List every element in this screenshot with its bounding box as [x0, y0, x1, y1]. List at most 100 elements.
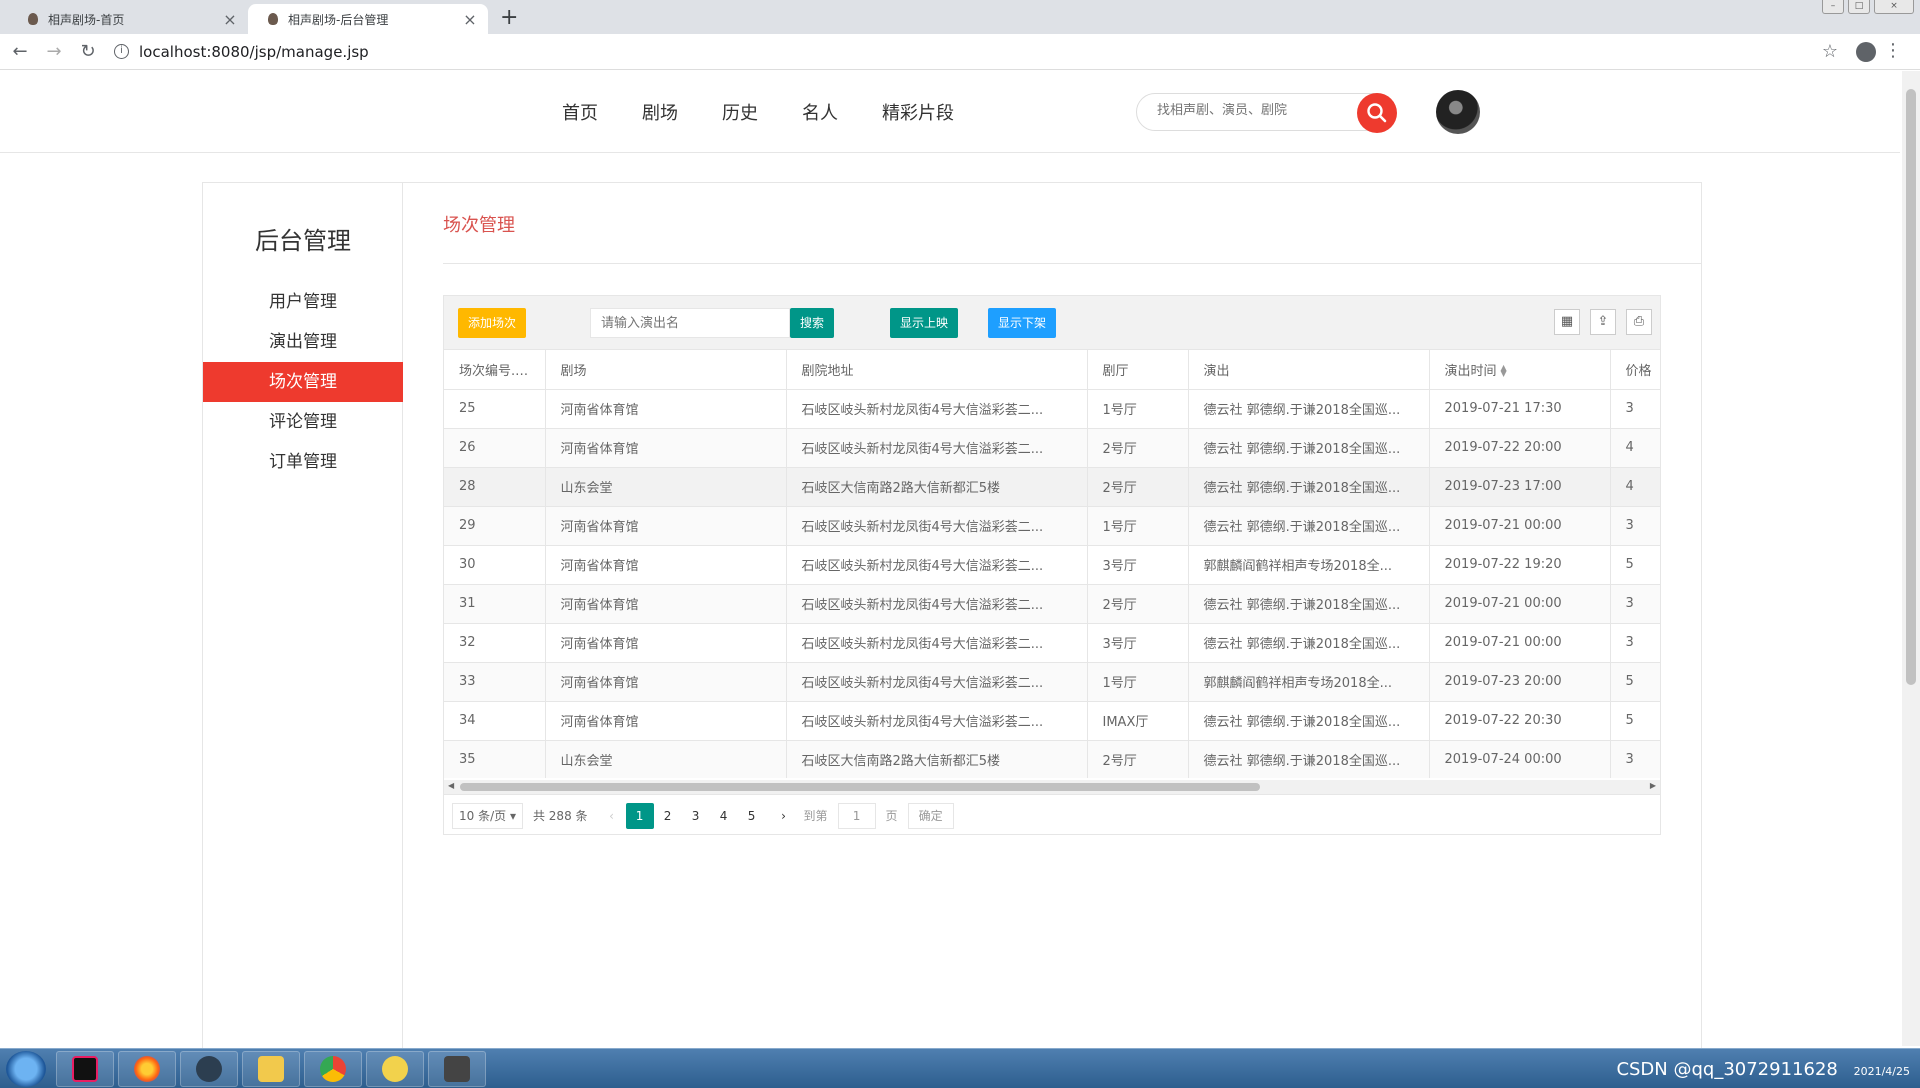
taskbar-folder[interactable]	[366, 1051, 424, 1087]
page-scrollbar-thumb[interactable]	[1906, 89, 1916, 685]
col-header-time[interactable]: 演出时间 ▲ ▼	[1429, 350, 1611, 390]
page-4[interactable]: 4	[710, 803, 738, 829]
reload-icon[interactable]: ↻	[74, 41, 102, 62]
table-row[interactable]: 33 河南省体育馆 石岐区岐头新村龙凤街4号大信溢彩荟二... 1号厅 郭麒麟阎鹤祥相声…	[444, 662, 1660, 702]
new-tab-button[interactable]: +	[500, 5, 518, 30]
page-5[interactable]: 5	[738, 803, 766, 829]
table-row[interactable]: 31 河南省体育馆 石岐区岐头新村龙凤街4号大信溢彩荟二... 2号厅 德云社 郭德纲.…	[444, 584, 1660, 624]
horizontal-scrollbar[interactable]: ◀ ▶	[444, 780, 1660, 794]
table-row[interactable]: 32 河南省体育馆 石岐区岐头新村龙凤街4号大信溢彩荟二... 3号厅 德云社 郭德纲.…	[444, 623, 1660, 663]
start-button[interactable]	[6, 1051, 46, 1087]
taskbar-intellij[interactable]	[56, 1051, 114, 1087]
goto-confirm-button[interactable]: 确定	[907, 802, 954, 829]
cell-address: 石岐区岐头新村龙凤街4号大信溢彩荟二...	[786, 506, 1088, 546]
table-row[interactable]: 30 河南省体育馆 石岐区岐头新村龙凤街4号大信溢彩荟二... 3号厅 郭麒麟阎鹤祥相声…	[444, 545, 1660, 585]
cell-price: 4	[1610, 467, 1660, 507]
taskbar-tool[interactable]	[428, 1051, 486, 1087]
cell-id: 35	[444, 740, 546, 778]
close-tab-icon[interactable]: ×	[462, 10, 478, 29]
app-icon	[196, 1056, 222, 1082]
table-row[interactable]: 35 山东会堂 石岐区大信南路2路大信新都汇5楼 2号厅 德云社 郭德纲.于谦2018全…	[444, 740, 1660, 778]
table-row[interactable]: 29 河南省体育馆 石岐区岐头新村龙凤街4号大信溢彩荟二... 1号厅 德云社 郭德纲.…	[444, 506, 1660, 546]
cell-address: 石岐区岐头新村龙凤街4号大信溢彩荟二...	[786, 623, 1088, 663]
sidebar-item-users[interactable]: 用户管理	[203, 282, 403, 322]
intellij-icon	[72, 1056, 98, 1082]
columns-filter-icon[interactable]: ▦	[1554, 309, 1580, 335]
browser-tab-manage[interactable]: 相声剧场-后台管理 ×	[248, 4, 488, 34]
cell-address: 石岐区岐头新村龙凤街4号大信溢彩荟二...	[786, 584, 1088, 624]
sidebar-item-orders[interactable]: 订单管理	[203, 442, 403, 482]
taskbar-explorer[interactable]	[242, 1051, 300, 1087]
nav-history[interactable]: 历史	[722, 99, 758, 125]
prev-page-icon[interactable]: ‹	[598, 803, 626, 829]
scroll-left-icon[interactable]: ◀	[448, 781, 454, 790]
sidebar-item-sessions[interactable]: 场次管理	[203, 362, 403, 402]
cell-theater: 河南省体育馆	[545, 701, 787, 741]
cell-time: 2019-07-22 20:00	[1429, 428, 1611, 468]
scrollbar-thumb[interactable]	[460, 783, 1260, 791]
page-scrollbar[interactable]	[1902, 71, 1920, 1046]
show-off-air-button[interactable]: 显示下架	[988, 308, 1057, 338]
add-session-button[interactable]: 添加场次	[458, 308, 527, 338]
maximize-icon[interactable]: □	[1848, 0, 1870, 14]
nav-celebrities[interactable]: 名人	[802, 99, 838, 125]
show-name-input[interactable]	[591, 309, 789, 337]
back-icon[interactable]: ←	[6, 41, 34, 62]
close-tab-icon[interactable]: ×	[222, 10, 238, 29]
table-row[interactable]: 34 河南省体育馆 石岐区岐头新村龙凤街4号大信溢彩荟二... IMAX厅 德云社 郭德…	[444, 701, 1660, 741]
table-row[interactable]: 26 河南省体育馆 石岐区岐头新村龙凤街4号大信溢彩荟二... 2号厅 德云社 郭德纲.…	[444, 428, 1660, 468]
taskbar-firefox[interactable]	[118, 1051, 176, 1087]
table-row[interactable]: 28 山东会堂 石岐区大信南路2路大信新都汇5楼 2号厅 德云社 郭德纲.于谦2018全…	[444, 467, 1660, 507]
sidebar-item-comments[interactable]: 评论管理	[203, 402, 403, 442]
scroll-right-icon[interactable]: ▶	[1650, 781, 1656, 790]
table-row[interactable]: 25 河南省体育馆 石岐区岐头新村龙凤街4号大信溢彩荟二... 1号厅 德云社 郭德纲.…	[444, 389, 1660, 429]
menu-icon[interactable]: ⋮	[1884, 40, 1902, 61]
table-search-button[interactable]: 搜索	[790, 308, 835, 338]
cell-hall: 2号厅	[1087, 584, 1189, 624]
cell-theater: 河南省体育馆	[545, 428, 787, 468]
account-icon[interactable]	[1856, 42, 1876, 62]
nav-home[interactable]: 首页	[562, 99, 598, 125]
tray-text: CSDN @qq_3072911628	[1616, 1059, 1838, 1080]
forward-icon[interactable]: →	[40, 41, 68, 62]
show-search-field	[590, 308, 790, 338]
cell-price: 5	[1610, 662, 1660, 702]
page-size-label: 10 条/页	[459, 808, 507, 823]
url-field[interactable]: i localhost:8080/jsp/manage.jsp	[114, 43, 369, 61]
page-3[interactable]: 3	[682, 803, 710, 829]
taskbar-chrome[interactable]	[304, 1051, 362, 1087]
close-window-icon[interactable]: ×	[1874, 0, 1914, 14]
cell-show: 德云社 郭德纲.于谦2018全国巡...	[1188, 623, 1430, 663]
export-icon[interactable]: ⇪	[1590, 309, 1616, 335]
cell-price: 3	[1610, 389, 1660, 429]
page-size-select[interactable]: 10 条/页 ▾	[452, 802, 523, 829]
bookmark-star-icon[interactable]: ☆	[1822, 41, 1838, 62]
browser-tab-home[interactable]: 相声剧场-首页 ×	[8, 4, 248, 34]
window-controls: – □ ×	[1822, 0, 1914, 14]
sidebar-item-shows[interactable]: 演出管理	[203, 322, 403, 362]
nav-highlights[interactable]: 精彩片段	[882, 99, 954, 125]
minimize-icon[interactable]: –	[1822, 0, 1844, 14]
page-1[interactable]: 1	[625, 802, 654, 829]
taskbar-app[interactable]	[180, 1051, 238, 1087]
sort-icon[interactable]: ▲ ▼	[1501, 364, 1507, 378]
cell-time: 2019-07-22 20:30	[1429, 701, 1611, 741]
col-header-id[interactable]: 场次编号... ▲ ▼	[444, 350, 546, 390]
print-icon[interactable]: ⎙	[1626, 309, 1652, 335]
show-on-air-button[interactable]: 显示上映	[890, 308, 959, 338]
sort-icon[interactable]: ▲ ▼	[527, 364, 533, 378]
nav-theater[interactable]: 剧场	[642, 99, 678, 125]
browser-tabbar: 相声剧场-首页 × 相声剧场-后台管理 × + – □ ×	[0, 0, 1920, 34]
info-icon[interactable]: i	[114, 44, 129, 59]
search-button[interactable]	[1357, 93, 1397, 133]
next-page-icon[interactable]: ›	[770, 803, 798, 829]
goto-page-input[interactable]: 1	[837, 802, 876, 829]
page-2[interactable]: 2	[654, 803, 682, 829]
cell-id: 28	[444, 467, 546, 507]
user-avatar[interactable]	[1436, 90, 1480, 134]
cell-time: 2019-07-21 00:00	[1429, 506, 1611, 546]
system-tray: CSDN @qq_3072911628 2021/4/25	[1616, 1059, 1910, 1080]
table-body-wrap[interactable]: 场次编号... ▲ ▼ 剧场 剧院地址 剧厅 演出 演出时间 ▲ ▼ 价格 25 河南省体…	[444, 350, 1660, 778]
site-search-input[interactable]	[1157, 103, 1347, 118]
cell-time: 2019-07-23 20:00	[1429, 662, 1611, 702]
